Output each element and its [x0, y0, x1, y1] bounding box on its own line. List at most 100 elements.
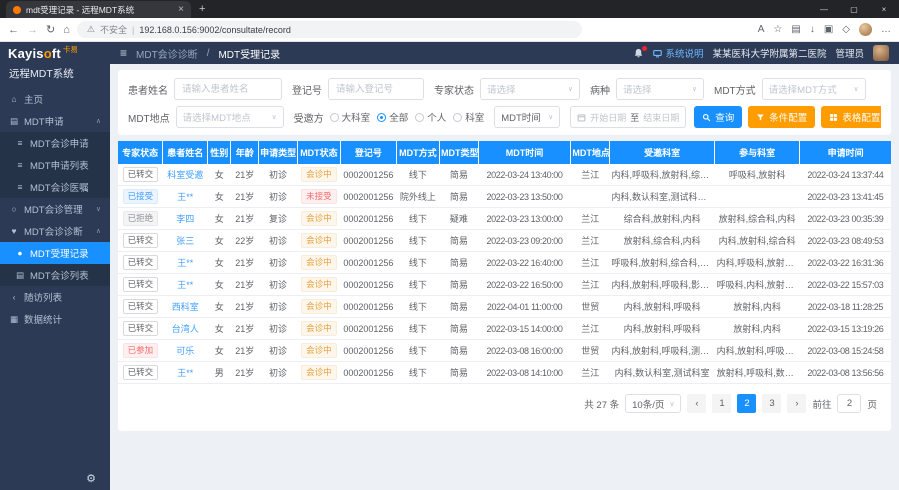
cell-mdt_time: 2022-03-08 14:10:00 — [478, 362, 571, 384]
prev-page-button[interactable]: ‹ — [687, 394, 706, 413]
cell-mdt_place: 兰江 — [571, 318, 610, 340]
breadcrumb-parent: MDT会诊诊断 — [136, 46, 198, 61]
expert-status-select[interactable]: 请选择 ∨ — [480, 78, 580, 100]
cell-patient: 王** — [163, 186, 208, 208]
sidebar-item-8[interactable]: ▤MDT会诊列表 — [0, 264, 110, 286]
mdt-status-tag: 会诊中 — [301, 233, 337, 248]
profile-avatar[interactable] — [859, 23, 872, 36]
cell-patient: 可乐 — [163, 340, 208, 362]
page-3-button[interactable]: 3 — [762, 394, 781, 413]
menu-toggle-icon[interactable]: ≡ — [120, 46, 127, 60]
sidebar-item-10[interactable]: ▦数据统计 — [0, 308, 110, 330]
sidebar-item-4[interactable]: ≡MDT会诊医嘱 — [0, 176, 110, 198]
patient-link[interactable]: 王** — [177, 368, 193, 378]
address-bar[interactable]: ⚠ 不安全 | 192.168.0.156:9002/consultate/re… — [77, 21, 582, 38]
home-icon[interactable]: ⌂ — [63, 24, 70, 36]
close-button[interactable]: × — [869, 0, 899, 18]
browser-titlebar: mdt受理记录 - 远程MDT系统 × + — ▢ × — [0, 0, 899, 18]
breadcrumb-separator: / — [207, 48, 210, 59]
patient-link[interactable]: 张三 — [176, 236, 194, 246]
sidebar-item-7[interactable]: ●MDT受理记录 — [0, 242, 110, 264]
tab-close-icon[interactable]: × — [178, 4, 184, 15]
sidebar-item-9[interactable]: ‹随访列表 — [0, 286, 110, 308]
mdt-status-tag: 会诊中 — [301, 365, 337, 380]
favorites-bar-icon[interactable]: ▤ — [791, 24, 800, 35]
browser-menu-icon[interactable]: … — [881, 24, 891, 35]
date-range-picker[interactable]: 开始日期 至 结束日期 — [570, 106, 686, 128]
expert-status-tag: 已转交 — [123, 365, 159, 380]
sidebar-item-3[interactable]: ≡MDT申请列表 — [0, 154, 110, 176]
mdt-mode-select[interactable]: 请选择MDT方式 ∨ — [762, 78, 866, 100]
page-2-button[interactable]: 2 — [737, 394, 756, 413]
favorite-star-icon[interactable]: ☆ — [773, 24, 782, 35]
sidebar-item-label: MDT会诊医嘱 — [30, 180, 89, 194]
search-button[interactable]: 查询 — [694, 106, 742, 128]
next-page-button[interactable]: › — [787, 394, 806, 413]
cell-apply_time: 2022-03-18 11:28:25 — [800, 296, 891, 318]
downloads-icon[interactable]: ↓ — [810, 24, 815, 35]
patient-name-label: 患者姓名 — [128, 82, 168, 97]
page-size-select[interactable]: 10条/页 ∨ — [625, 394, 681, 413]
sidebar-item-0[interactable]: ⌂主页 — [0, 88, 110, 110]
forward-icon[interactable]: → — [27, 24, 38, 36]
new-tab-button[interactable]: + — [199, 3, 205, 15]
cell-mdt_type: 简易 — [440, 252, 479, 274]
table-config-button[interactable]: 表格配置 — [821, 106, 881, 128]
page-1-button[interactable]: 1 — [712, 394, 731, 413]
sidebar-item-5[interactable]: ○MDT会诊管理∨ — [0, 198, 110, 220]
cell-mdt_status: 会诊中 — [297, 318, 340, 340]
patient-link[interactable]: 科室受邀 — [167, 170, 203, 180]
collections-icon[interactable]: ▣ — [824, 24, 833, 35]
cell-mdt_type: 简易 — [440, 274, 479, 296]
minimize-button[interactable]: — — [809, 0, 839, 18]
disease-select[interactable]: 请选择 ∨ — [616, 78, 704, 100]
back-icon[interactable]: ← — [8, 24, 19, 36]
column-header-1: 患者姓名 — [163, 141, 208, 164]
patient-link[interactable]: 可乐 — [176, 346, 194, 356]
refresh-icon[interactable]: ↻ — [46, 23, 55, 36]
sidebar-item-label: MDT会诊列表 — [30, 268, 89, 282]
notification-bell-icon[interactable] — [633, 48, 644, 59]
patient-link[interactable]: 王** — [177, 258, 193, 268]
expert-status-tag: 已转交 — [123, 233, 159, 248]
cell-patient: 王** — [163, 252, 208, 274]
invitee-radio-个人[interactable]: 个人 — [415, 110, 446, 124]
system-note-link[interactable]: 系统说明 — [653, 46, 703, 60]
cell-joined_depts — [715, 186, 800, 208]
extensions-icon[interactable]: ◇ — [842, 24, 850, 35]
breadcrumb-current: MDT受理记录 — [218, 46, 280, 61]
mdt-time-select[interactable]: MDT时间 ∨ — [494, 106, 560, 128]
patient-link[interactable]: 王** — [177, 192, 193, 202]
cell-expert_status: 已转交 — [118, 230, 163, 252]
calendar-icon — [577, 113, 586, 122]
cell-invited_depts: 内科,放射科,呼吸科 — [610, 296, 715, 318]
register-no-input[interactable] — [328, 78, 424, 100]
sidebar-item-1[interactable]: ▤MDT申请∧ — [0, 110, 110, 132]
patient-link[interactable]: 王** — [177, 280, 193, 290]
cell-mdt_time: 2022-03-23 09:20:00 — [478, 230, 571, 252]
sidebar-item-2[interactable]: ≡MDT会诊申请 — [0, 132, 110, 154]
sidebar-item-label: MDT申请列表 — [30, 158, 89, 172]
browser-tab[interactable]: mdt受理记录 - 远程MDT系统 × — [6, 1, 191, 18]
mdt-place-select[interactable]: 请选择MDT地点 ∨ — [176, 106, 284, 128]
condition-config-button[interactable]: 条件配置 — [748, 106, 815, 128]
date-start-placeholder: 开始日期 — [590, 111, 626, 124]
invitee-radio-全部[interactable]: 全部 — [377, 110, 408, 124]
patient-link[interactable]: 台湾人 — [172, 324, 199, 334]
cell-mdt_type: 简易 — [440, 186, 479, 208]
patient-name-input[interactable] — [174, 78, 282, 100]
invitee-radio-大科室[interactable]: 大科室 — [330, 110, 371, 124]
sidebar-item-6[interactable]: ♥MDT会诊诊断∧ — [0, 220, 110, 242]
app-name: 远程MDT系统 — [0, 64, 110, 88]
maximize-button[interactable]: ▢ — [839, 0, 869, 18]
goto-page-input[interactable] — [837, 394, 861, 413]
settings-gear-icon[interactable]: ⚙ — [86, 472, 96, 485]
user-avatar[interactable] — [873, 45, 889, 61]
invitee-radio-科室[interactable]: 科室 — [453, 110, 484, 124]
cell-age: 21岁 — [231, 208, 259, 230]
patient-link[interactable]: 李四 — [176, 214, 194, 224]
patient-link[interactable]: 西科室 — [172, 302, 199, 312]
mdt-status-tag: 未接受 — [301, 189, 337, 204]
read-aloud-icon[interactable]: A — [758, 24, 765, 35]
cell-invited_depts: 综合科,放射科,内科 — [610, 208, 715, 230]
